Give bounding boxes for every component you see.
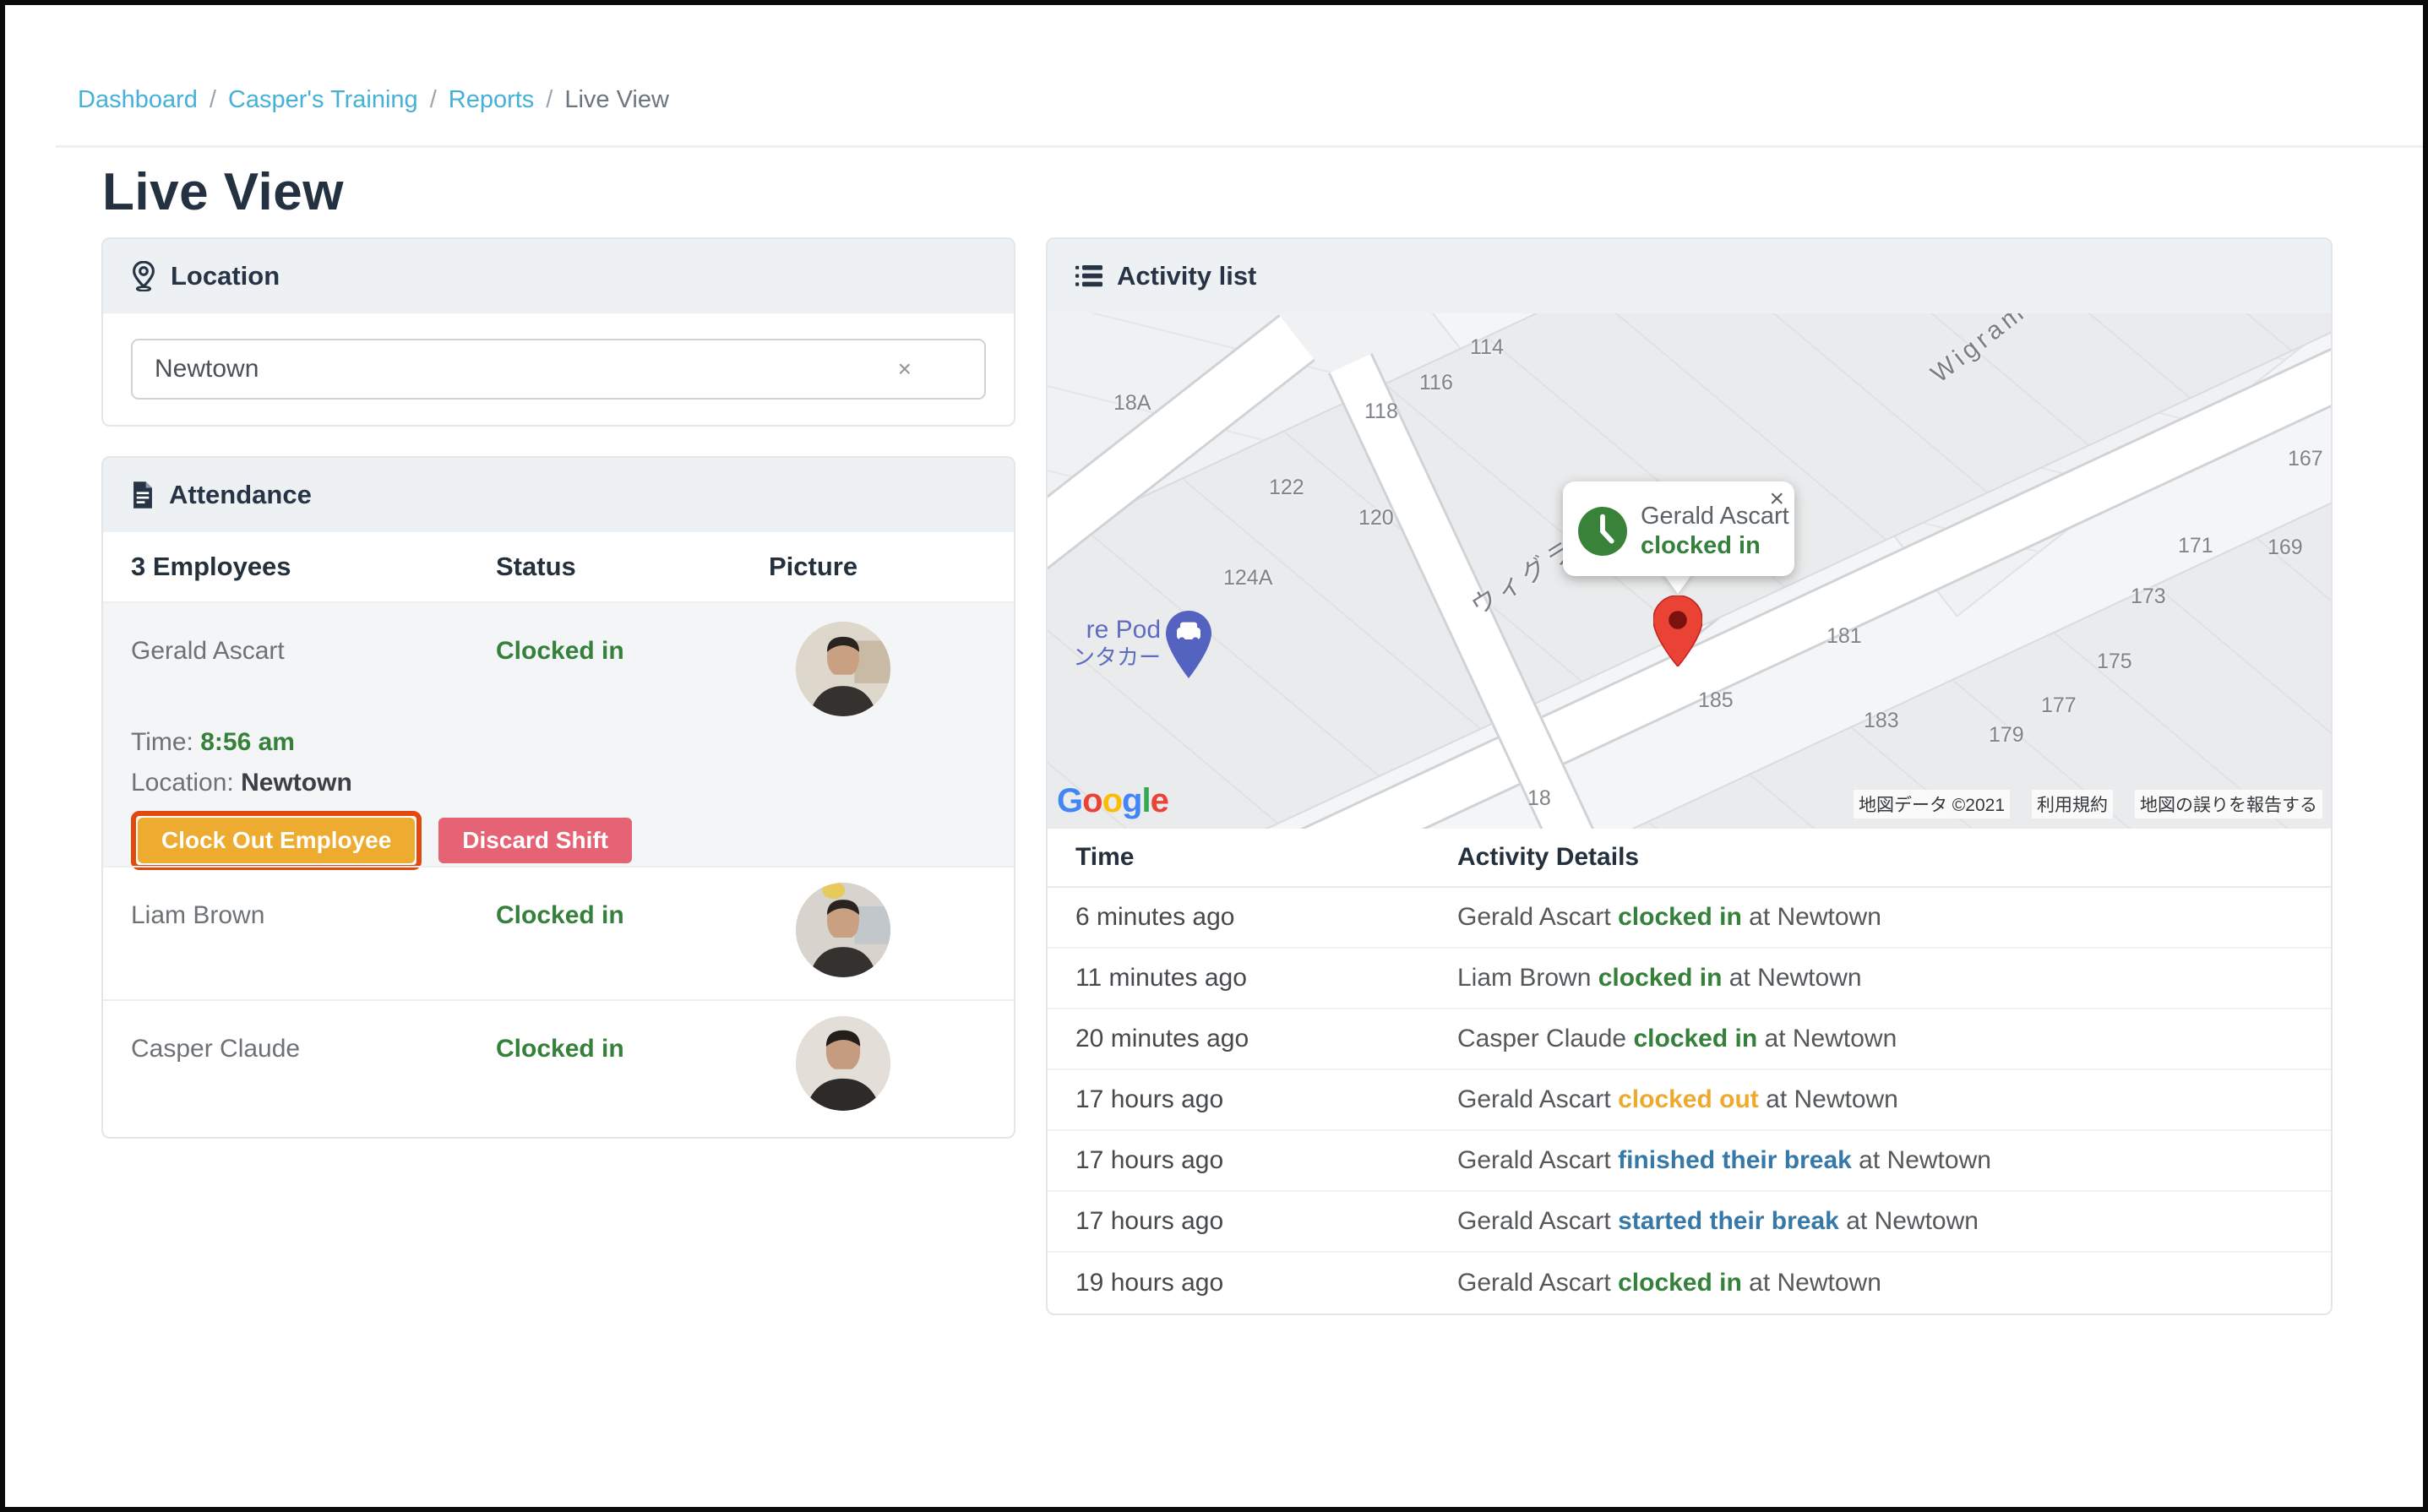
breadcrumb-separator: /: [546, 86, 553, 114]
map-lot-number: 185: [1698, 688, 1734, 713]
activity-card-title: Activity list: [1117, 261, 1256, 291]
map-lot-number: 173: [2131, 585, 2166, 609]
employee-name: Gerald Ascart: [131, 603, 496, 666]
google-letter: o: [1102, 782, 1122, 819]
activity-card-header: Activity list: [1048, 239, 2331, 313]
activity-card: Activity list 11411611818A122120124A1671…: [1046, 237, 2333, 1315]
col-time: Time: [1075, 843, 1457, 872]
map-lot-number: 179: [1989, 723, 2024, 748]
poi-name-line2: ンタカー: [1053, 645, 1161, 671]
attendance-row-casper[interactable]: Casper Claude Clocked in: [103, 999, 1014, 1137]
map-marker-gerald[interactable]: [1653, 596, 1702, 666]
google-letter: o: [1082, 782, 1102, 819]
list-icon: [1075, 264, 1102, 288]
map-pin-icon: [131, 261, 156, 291]
google-letter: G: [1057, 782, 1082, 819]
map-lot-number: 171: [2178, 534, 2213, 558]
attendance-row-liam[interactable]: Liam Brown Clocked in: [103, 866, 1014, 999]
activity-row: 19 hours ago Gerald Ascart clocked in at…: [1048, 1253, 2331, 1313]
map-lot-number: 18A: [1113, 391, 1151, 416]
poi-name: re Pod: [1053, 616, 1161, 645]
page-title: Live View: [102, 162, 344, 222]
map-lot-number: 169: [2267, 536, 2303, 560]
document-icon: [131, 481, 155, 509]
map-lot-number: 181: [1826, 624, 1862, 649]
location-value: Newtown: [241, 769, 352, 797]
avatar: [796, 1016, 890, 1111]
map-lot-number: 183: [1864, 709, 1899, 733]
location-select[interactable]: Newtown ×: [131, 339, 986, 400]
status-badge: Clocked in: [496, 603, 769, 666]
map-lot-number: 118: [1364, 400, 1398, 424]
info-window-name: Gerald Ascart: [1641, 502, 1789, 531]
activity-row: 11 minutes ago Liam Brown clocked in at …: [1048, 949, 2331, 1009]
avatar: [796, 622, 890, 716]
discard-shift-button[interactable]: Discard Shift: [438, 818, 632, 863]
map-lot-number: 124A: [1223, 566, 1272, 590]
map-lot-number: 175: [2097, 650, 2132, 674]
terms-of-use-link[interactable]: 利用規約: [2032, 790, 2113, 819]
location-card: Location Newtown ×: [101, 237, 1015, 427]
activity-row: 6 minutes ago Gerald Ascart clocked in a…: [1048, 888, 2331, 949]
map-lot-number: 120: [1358, 506, 1394, 530]
google-logo[interactable]: Google: [1057, 782, 1168, 820]
employee-name: Casper Claude: [131, 1001, 496, 1063]
col-employees: 3 Employees: [131, 552, 496, 582]
car-rental-pin-icon: [1166, 611, 1211, 678]
col-status: Status: [496, 552, 769, 582]
activity-row: 17 hours ago Gerald Ascart started their…: [1048, 1192, 2331, 1253]
breadcrumb-reports[interactable]: Reports: [449, 86, 535, 114]
attendance-row-gerald[interactable]: Gerald Ascart Clocked in: [103, 603, 1014, 866]
map-lot-number: 177: [2041, 693, 2077, 718]
breadcrumb-separator: /: [210, 86, 216, 114]
clock-out-employee-button[interactable]: Clock Out Employee: [138, 818, 415, 863]
breadcrumb-caspers-training[interactable]: Casper's Training: [228, 86, 418, 114]
map-lot-number: 116: [1419, 371, 1453, 395]
clock-icon: [1578, 507, 1627, 556]
info-window-status: clocked in: [1641, 531, 1789, 561]
col-picture: Picture: [769, 552, 1014, 582]
report-map-error-link[interactable]: 地図の誤りを報告する: [2135, 790, 2322, 819]
activity-row: 17 hours ago Gerald Ascart clocked out a…: [1048, 1070, 2331, 1131]
map-lot-number: 18: [1527, 786, 1551, 811]
time-line: Time: 8:56 am: [131, 728, 1014, 757]
google-map[interactable]: 114 116 118 18A 122 120 124A 167 171 169 173 181 175…: [1048, 313, 2331, 829]
activity-row: 20 minutes ago Casper Claude clocked in …: [1048, 1009, 2331, 1070]
attendance-table-header: 3 Employees Status Picture: [103, 532, 1014, 603]
location-line: Location: Newtown: [131, 769, 1014, 797]
location-card-header: Location: [103, 239, 1014, 313]
breadcrumb-current: Live View: [564, 86, 669, 114]
poi-car-rental[interactable]: re Pod ンタカー: [1053, 616, 1211, 678]
attendance-card: Attendance 3 Employees Status Picture Ge…: [101, 456, 1015, 1139]
status-badge: Clocked in: [496, 867, 769, 930]
google-letter: l: [1141, 782, 1150, 819]
map-attribution: 地図データ ©2021 利用規約 地図の誤りを報告する: [1854, 790, 2322, 819]
header-divider: [56, 145, 2423, 148]
breadcrumb-separator: /: [430, 86, 437, 114]
attendance-card-title: Attendance: [169, 480, 312, 510]
location-select-value: Newtown: [155, 355, 890, 383]
status-badge: Clocked in: [496, 1001, 769, 1063]
info-window: × Gerald Ascart clocked in: [1563, 481, 1794, 576]
map-lot-number: 167: [2288, 447, 2323, 471]
breadcrumb: Dashboard / Casper's Training / Reports …: [78, 86, 669, 114]
location-card-title: Location: [171, 261, 280, 291]
close-icon[interactable]: ×: [1769, 487, 1784, 512]
live-view-page: Dashboard / Casper's Training / Reports …: [0, 0, 2428, 1512]
time-value: 8:56 am: [200, 728, 295, 756]
map-lot-number: 122: [1269, 476, 1304, 500]
employee-name: Liam Brown: [131, 867, 496, 930]
activity-row: 17 hours ago Gerald Ascart finished thei…: [1048, 1131, 2331, 1192]
google-letter: e: [1151, 782, 1168, 819]
clear-selection-icon[interactable]: ×: [890, 356, 920, 383]
clock-out-highlight: Clock Out Employee: [131, 811, 422, 870]
attendance-card-header: Attendance: [103, 458, 1014, 532]
avatar: [796, 883, 890, 977]
breadcrumb-dashboard[interactable]: Dashboard: [78, 86, 198, 114]
col-activity-details: Activity Details: [1457, 843, 2331, 872]
map-data-copyright: 地図データ ©2021: [1854, 790, 2010, 819]
map-lot-number: 114: [1470, 335, 1504, 360]
activity-table-header: Time Activity Details: [1048, 829, 2331, 888]
google-letter: g: [1122, 782, 1141, 819]
